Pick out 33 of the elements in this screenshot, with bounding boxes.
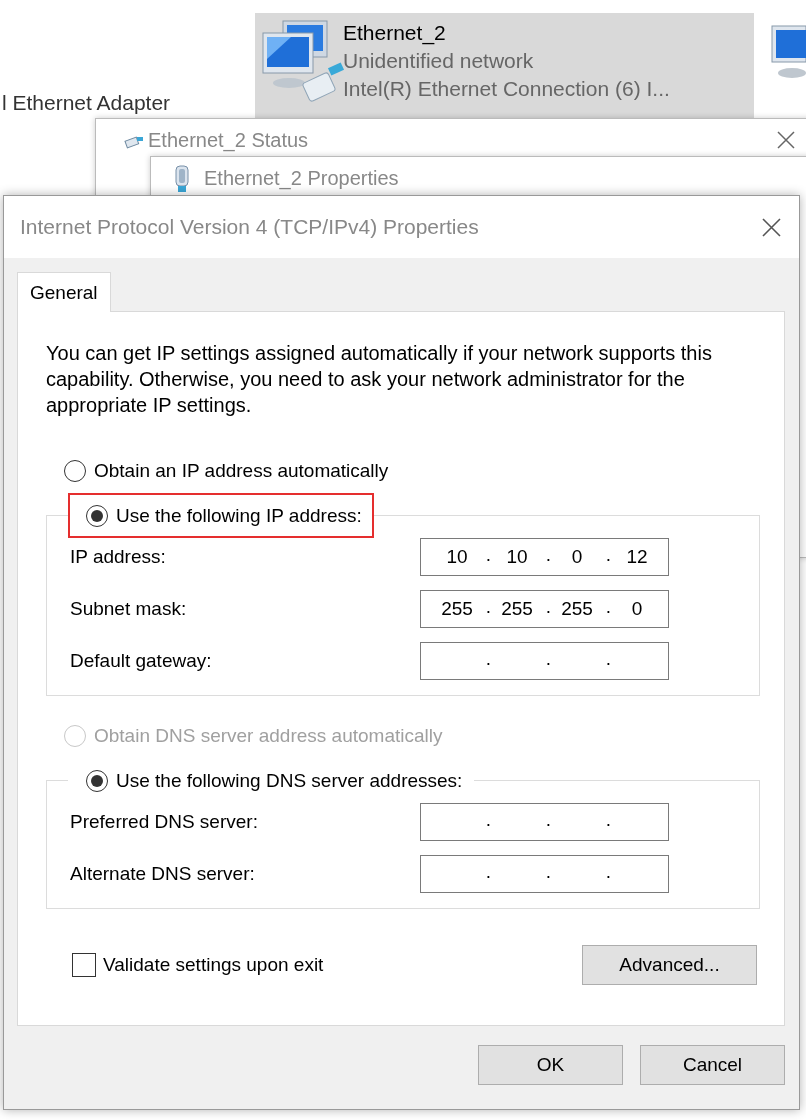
ip-address-field[interactable]: . . .: [420, 855, 669, 893]
adapter-name: Ethernet_2: [343, 21, 447, 45]
network-adapter-icon: [174, 165, 190, 193]
adapter-device: Intel(R) Ethernet Connection (6) I...: [343, 77, 670, 101]
description-text: You can get IP settings assigned automatically if your network supports this capability. Otherwise, you need to ask your network administrator for the appropriate IP settings.: [46, 341, 713, 418]
close-icon[interactable]: [777, 131, 795, 149]
ip-address-field[interactable]: 10 . 10 . 0 . 12: [420, 538, 669, 576]
close-icon[interactable]: [762, 217, 781, 237]
field-label: Preferred DNS server:: [70, 811, 258, 833]
dialog-title: Internet Protocol Version 4 (TCP/IPv4) Properties: [20, 215, 479, 239]
field-label: Alternate DNS server:: [70, 863, 255, 885]
checkbox[interactable]: [72, 953, 96, 977]
window-title: Ethernet_2 Properties: [204, 167, 399, 190]
ok-button[interactable]: OK: [478, 1045, 623, 1085]
checkbox-label: Validate settings upon exit: [103, 954, 324, 976]
adapter-status: Unidentified network: [343, 49, 535, 73]
cancel-button[interactable]: Cancel: [640, 1045, 785, 1085]
radio-button[interactable]: [64, 459, 86, 482]
network-cable-icon: [124, 135, 144, 149]
adapter-label: l Ethernet Adapter: [2, 91, 171, 115]
network-computer-icon: [770, 24, 806, 80]
general-tab[interactable]: General: [17, 272, 111, 312]
advanced-button[interactable]: Advanced...: [582, 945, 757, 985]
window-title: Ethernet_2 Status: [148, 129, 309, 152]
radio-button[interactable]: [86, 769, 108, 792]
field-label: IP address:: [70, 546, 166, 568]
adapter-tile[interactable]: Ethernet_2 Unidentified network Intel(R) Ethernet Connection (6) I...: [255, 13, 754, 121]
radio-button[interactable]: [86, 504, 108, 527]
ip-address-field[interactable]: . . .: [420, 642, 669, 680]
field-label: Default gateway:: [70, 650, 212, 672]
ip-address-field[interactable]: . . .: [420, 803, 669, 841]
field-label: Subnet mask:: [70, 598, 187, 620]
ip-address-field[interactable]: 255 . 255 . 255 . 0: [420, 590, 669, 628]
